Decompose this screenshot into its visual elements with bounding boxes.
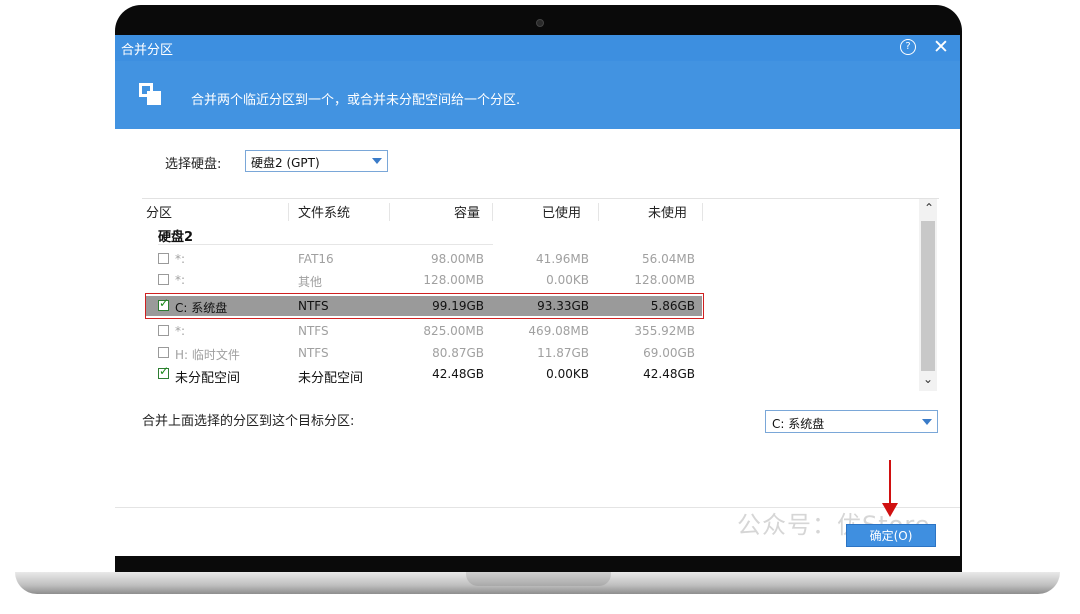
row-filesystem: NTFS	[298, 346, 329, 360]
column-header-free[interactable]: 未使用	[648, 202, 687, 221]
row-checkbox[interactable]	[158, 347, 169, 358]
table-row[interactable]: H: 临时文件 NTFS 80.87GB 11.87GB 69.00GB	[142, 343, 702, 363]
target-partition-value: C: 系统盘	[772, 417, 825, 431]
row-used: 41.96MB	[536, 252, 589, 266]
table-row[interactable]: *: NTFS 825.00MB 469.08MB 355.92MB	[142, 321, 702, 341]
row-capacity: 128.00MB	[423, 273, 484, 287]
laptop-notch	[466, 572, 611, 586]
row-partition: *:	[175, 324, 186, 338]
table-row[interactable]: *: 其他 128.00MB 0.00KB 128.00MB	[142, 270, 702, 290]
row-checkbox[interactable]	[158, 325, 169, 336]
scrollbar[interactable]: ⌃ ⌄	[919, 199, 937, 391]
ok-button[interactable]: 确定(O)	[846, 524, 936, 547]
column-divider	[598, 203, 599, 221]
merge-partition-icon	[139, 83, 163, 107]
chevron-up-icon[interactable]: ⌃	[924, 201, 934, 215]
disk-select[interactable]: 硬盘2 (GPT)	[245, 150, 388, 172]
column-divider	[389, 203, 390, 221]
column-header-capacity[interactable]: 容量	[454, 202, 480, 221]
column-divider	[288, 203, 289, 221]
row-partition: *:	[175, 252, 186, 266]
row-capacity: 98.00MB	[431, 252, 484, 266]
column-divider	[492, 203, 493, 221]
row-free: 355.92MB	[634, 324, 695, 338]
row-free: 69.00GB	[643, 346, 695, 360]
camera-icon	[536, 19, 544, 27]
arrow-annotation	[889, 460, 891, 508]
row-partition: *:	[175, 273, 186, 287]
selection-highlight-frame	[145, 293, 704, 319]
row-used: 469.08MB	[528, 324, 589, 338]
row-used: 0.00KB	[546, 273, 589, 287]
table-row[interactable]: *: FAT16 98.00MB 41.96MB 56.04MB	[142, 249, 702, 269]
banner: 合并两个临近分区到一个，或合并未分配空间给一个分区.	[115, 61, 960, 129]
disk-group-label: 硬盘2	[158, 230, 194, 245]
row-filesystem: NTFS	[298, 324, 329, 338]
row-checkbox[interactable]	[158, 253, 169, 264]
chevron-down-icon[interactable]: ⌄	[923, 372, 933, 386]
row-free: 42.48GB	[643, 367, 695, 381]
banner-description: 合并两个临近分区到一个，或合并未分配空间给一个分区.	[191, 93, 521, 108]
row-used: 11.87GB	[537, 346, 589, 360]
row-free: 56.04MB	[642, 252, 695, 266]
column-header-filesystem[interactable]: 文件系统	[298, 202, 350, 221]
row-filesystem: FAT16	[298, 252, 334, 266]
merge-partition-dialog: 合并分区 ? ✕ 合并两个临近分区到一个，或合并未分配空间给一个分区. 选择硬盘…	[115, 35, 960, 556]
dialog-title: 合并分区	[121, 43, 174, 58]
row-filesystem: 未分配空间	[298, 371, 364, 386]
question-icon[interactable]: ?	[900, 39, 916, 55]
column-divider	[702, 203, 703, 221]
row-checkbox[interactable]	[158, 364, 169, 379]
scrollbar-thumb[interactable]	[921, 221, 935, 371]
partition-table: 分区 文件系统 容量 已使用 未使用 ⌃ ⌄ 硬盘2 *: FAT16 98.0…	[142, 198, 939, 392]
row-capacity: 825.00MB	[423, 324, 484, 338]
chevron-down-icon	[372, 158, 382, 164]
close-icon[interactable]: ✕	[933, 36, 949, 58]
target-partition-label: 合并上面选择的分区到这个目标分区:	[142, 414, 355, 429]
disk-select-value: 硬盘2 (GPT)	[251, 156, 320, 170]
titlebar: 合并分区 ? ✕	[115, 35, 960, 61]
column-header-used[interactable]: 已使用	[542, 202, 581, 221]
row-partition: 未分配空间	[175, 371, 241, 386]
table-row[interactable]: 未分配空间 未分配空间 42.48GB 0.00KB 42.48GB	[142, 364, 702, 386]
column-header-partition[interactable]: 分区	[146, 202, 172, 221]
row-partition: H: 临时文件	[175, 348, 240, 362]
row-capacity: 42.48GB	[432, 367, 484, 381]
chevron-down-icon	[922, 419, 932, 425]
arrow-down-icon	[882, 503, 898, 517]
row-capacity: 80.87GB	[432, 346, 484, 360]
row-free: 128.00MB	[634, 273, 695, 287]
group-divider	[158, 244, 493, 245]
disk-select-label: 选择硬盘:	[165, 157, 222, 172]
row-checkbox[interactable]	[158, 274, 169, 285]
row-used: 0.00KB	[546, 367, 589, 381]
row-filesystem: 其他	[298, 275, 323, 289]
target-partition-select[interactable]: C: 系统盘	[765, 410, 938, 433]
